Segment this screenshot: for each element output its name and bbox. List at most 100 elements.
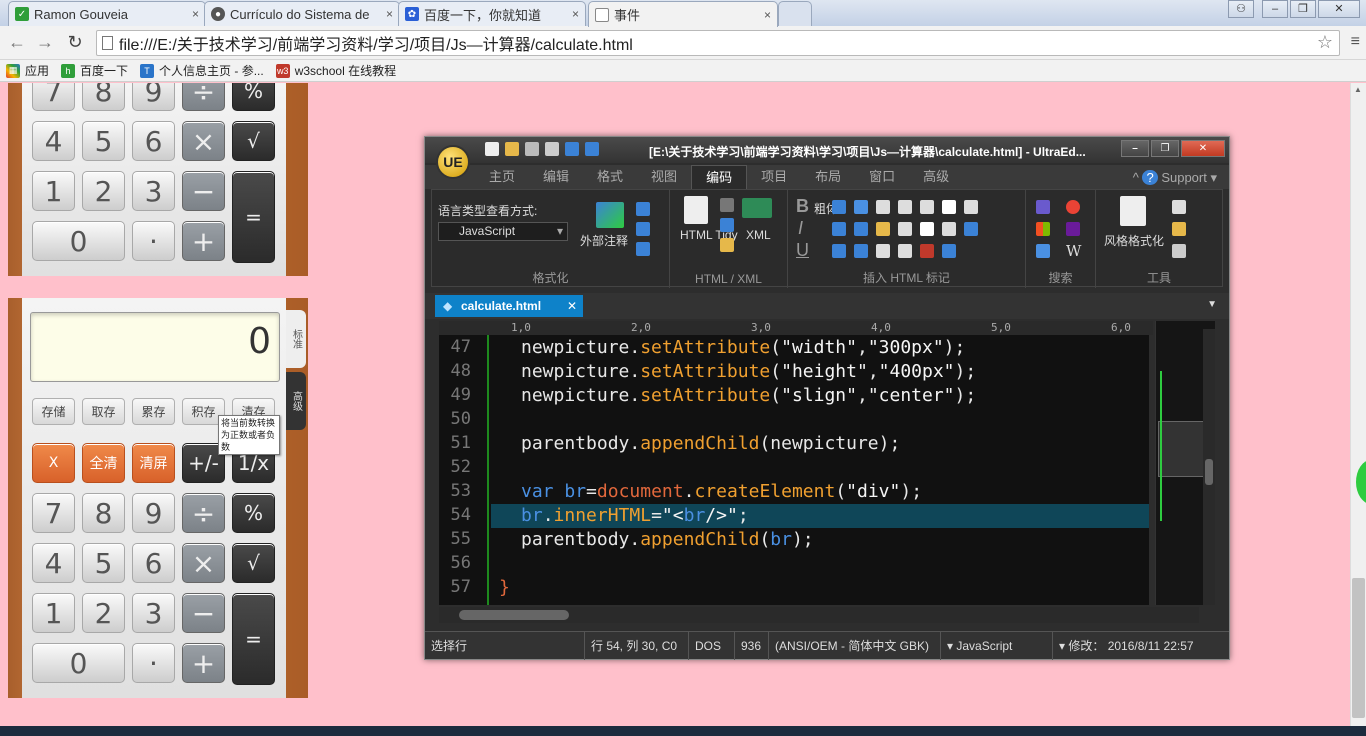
language-select[interactable]: JavaScript ▾ <box>438 222 568 241</box>
user-icon[interactable]: ⚇ <box>1228 0 1254 18</box>
html-tag-icon[interactable] <box>854 200 868 214</box>
support-menu[interactable]: ^ ? Support ▾ <box>1133 170 1217 186</box>
code-line[interactable]: var br=document.createElement("div"); <box>521 481 922 502</box>
bookmark-apps[interactable]: ▦ 应用 <box>6 62 49 79</box>
save-icon[interactable] <box>525 142 539 156</box>
html-tag-icon[interactable] <box>920 244 934 258</box>
new-file-icon[interactable] <box>485 142 499 156</box>
function-key[interactable]: 全清 <box>82 443 125 483</box>
html-tag-icon[interactable] <box>942 222 956 236</box>
html-tag-icon[interactable] <box>942 200 956 214</box>
vertical-scrollbar[interactable] <box>1203 329 1215 605</box>
html-tag-icon[interactable] <box>898 244 912 258</box>
xml-label[interactable]: XML <box>746 228 771 242</box>
calc-bottom-key[interactable]: + <box>182 643 225 683</box>
ultraedit-logo[interactable]: UE <box>436 145 470 179</box>
horizontal-scrollbar[interactable] <box>439 607 1199 623</box>
status-language[interactable]: ▾ JavaScript <box>941 632 1053 660</box>
reload-icon[interactable]: ↻ <box>64 32 86 53</box>
memory-button[interactable]: 累存 <box>132 398 175 425</box>
memory-button[interactable]: 存储 <box>32 398 75 425</box>
close-tab-icon[interactable]: × <box>386 7 393 21</box>
calc-bottom-key[interactable]: 4 <box>32 543 75 583</box>
code-line[interactable]: } <box>499 577 510 598</box>
html-tag-icon[interactable] <box>942 244 956 258</box>
forward-arrow-icon[interactable]: → <box>34 32 56 53</box>
calc-bottom-key[interactable]: 6 <box>132 543 175 583</box>
external-comment-label[interactable]: 外部注释 <box>580 232 628 249</box>
back-arrow-icon[interactable]: ← <box>6 32 28 53</box>
underline-icon[interactable]: U <box>796 240 809 261</box>
tab-list-icon[interactable]: ▼ <box>1207 299 1217 310</box>
function-key[interactable]: X <box>32 443 75 483</box>
menu-edit[interactable]: 编辑 <box>529 165 583 189</box>
calc-bottom-key[interactable]: 9 <box>132 493 175 533</box>
calc-top-key[interactable]: 2 <box>82 171 125 211</box>
calc-bottom-key[interactable]: 3 <box>132 593 175 633</box>
style-format-icon[interactable] <box>1120 196 1146 226</box>
menu-layout[interactable]: 布局 <box>801 165 855 189</box>
close-tab-icon[interactable]: × <box>764 8 771 22</box>
status-codepage[interactable]: 936 <box>735 632 769 660</box>
code-line[interactable]: parentbody.appendChild(br); <box>521 529 814 550</box>
html-tag-icon[interactable] <box>964 200 978 214</box>
calc-top-key[interactable]: 4 <box>32 121 75 161</box>
bookmark-w3school[interactable]: w3 w3school 在线教程 <box>275 62 396 79</box>
sort-icon[interactable] <box>1172 222 1186 236</box>
ue-restore-button[interactable]: ❐ <box>1151 140 1179 157</box>
calc-top-key[interactable]: = <box>232 171 275 263</box>
calc-bottom-key[interactable]: 1 <box>32 593 75 633</box>
new-tab-button[interactable] <box>778 1 812 26</box>
xml-icon[interactable] <box>742 198 772 218</box>
calc-bottom-key[interactable]: · <box>132 643 175 683</box>
close-tab-icon[interactable]: ✕ <box>567 295 577 317</box>
calc-top-key[interactable]: √ <box>232 121 275 161</box>
calc-top-key[interactable]: 5 <box>82 121 125 161</box>
calc-top-key[interactable]: 7 <box>32 83 75 111</box>
file-icon[interactable] <box>1172 200 1186 214</box>
calc-top-key[interactable]: ÷ <box>182 83 225 111</box>
calc-top-key[interactable]: − <box>182 171 225 211</box>
calc-bottom-key[interactable]: = <box>232 593 275 685</box>
scroll-up-icon[interactable]: ▲ <box>1354 85 1362 94</box>
calc-bottom-key[interactable]: % <box>232 493 275 533</box>
menu-view[interactable]: 视图 <box>637 165 691 189</box>
menu-format[interactable]: 格式 <box>583 165 637 189</box>
align-icon[interactable] <box>636 242 650 256</box>
browser-tab-3[interactable]: ✿ 百度一下，你就知道 × <box>398 1 586 26</box>
yahoo-icon[interactable] <box>1066 222 1080 236</box>
print-icon[interactable] <box>545 142 559 156</box>
calc-top-key[interactable]: 0 <box>32 221 125 261</box>
undo-icon[interactable] <box>565 142 579 156</box>
italic-icon[interactable]: I <box>798 218 803 239</box>
code-line[interactable]: parentbody.appendChild(newpicture); <box>521 433 900 454</box>
tab-standard[interactable]: 标准 <box>286 310 306 368</box>
wikipedia-icon[interactable]: W <box>1066 242 1081 260</box>
tab-advanced[interactable]: 高级 <box>286 372 306 430</box>
indent-icon[interactable] <box>636 202 650 216</box>
settings-icon[interactable] <box>720 198 734 212</box>
ue-close-button[interactable]: ✕ <box>1181 140 1225 157</box>
menu-icon[interactable]: ≡ <box>1351 33 1360 51</box>
calc-bottom-key[interactable]: 7 <box>32 493 75 533</box>
html-tag-icon[interactable] <box>876 244 890 258</box>
menu-advanced[interactable]: 高级 <box>909 165 963 189</box>
calc-bottom-key[interactable]: 0 <box>32 643 125 683</box>
menu-window[interactable]: 窗口 <box>855 165 909 189</box>
code-line[interactable]: br.innerHTML="<br/>"; <box>521 505 749 526</box>
calc-top-key[interactable]: 3 <box>132 171 175 211</box>
vertical-scroll-thumb[interactable] <box>1205 459 1213 485</box>
restore-button[interactable]: ❐ <box>1290 0 1316 18</box>
page-scrollbar[interactable]: ▲ <box>1350 83 1366 726</box>
calc-top-key[interactable]: 9 <box>132 83 175 111</box>
calc-top-key[interactable]: 6 <box>132 121 175 161</box>
google-icon[interactable] <box>1066 200 1080 214</box>
calc-bottom-key[interactable]: − <box>182 593 225 633</box>
html-tag-icon[interactable] <box>920 222 934 236</box>
bookmark-baidu[interactable]: h 百度一下 <box>61 62 128 79</box>
bold-icon[interactable]: B <box>796 196 809 217</box>
status-position[interactable]: 行 54, 列 30, C0 <box>585 632 689 660</box>
calc-top-key[interactable]: 8 <box>82 83 125 111</box>
calc-top-key[interactable]: % <box>232 83 275 111</box>
redo-icon[interactable] <box>585 142 599 156</box>
